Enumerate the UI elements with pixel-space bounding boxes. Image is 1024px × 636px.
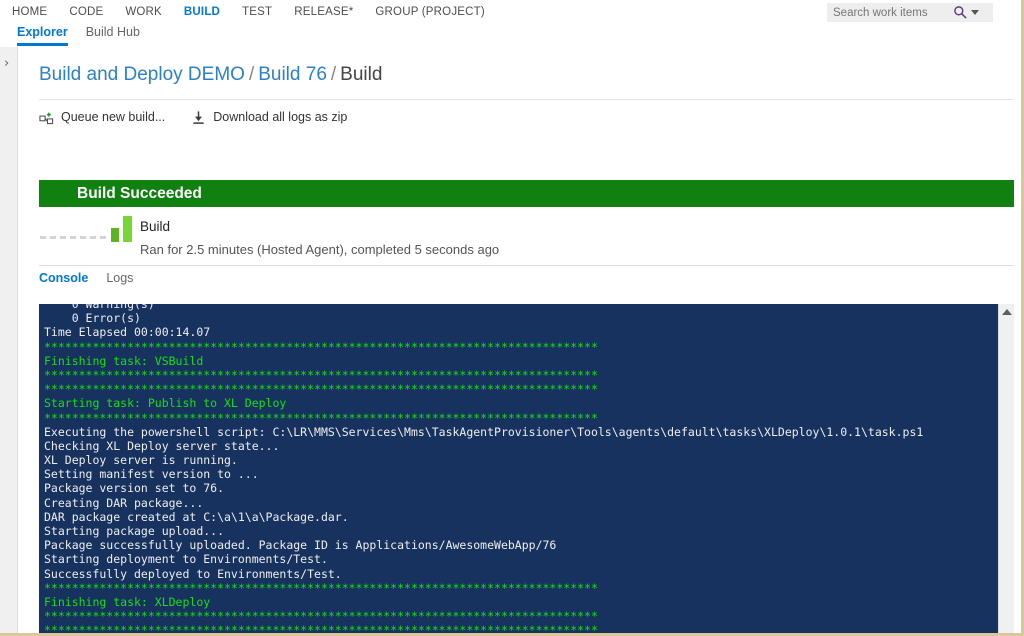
search-icon[interactable] xyxy=(953,5,968,20)
nav-item-release[interactable]: RELEASE* xyxy=(294,4,367,20)
build-summary-title: Build xyxy=(140,219,171,234)
timeline-dashed-line xyxy=(40,236,110,239)
action-toolbar: Queue new build... Download all logs as … xyxy=(39,99,1014,132)
console-logs-tabbar: Console Logs xyxy=(39,271,133,287)
status-banner-text: Build Succeeded xyxy=(77,185,202,202)
console-line: ****************************************… xyxy=(44,339,598,354)
tab-logs[interactable]: Logs xyxy=(106,271,133,287)
app-window: HOME CODE WORK BUILD TEST RELEASE* GROUP… xyxy=(0,0,1024,636)
top-nav-items: HOME CODE WORK BUILD TEST RELEASE* GROUP… xyxy=(12,4,507,20)
console-line: Package version set to 76. xyxy=(44,481,225,496)
console-line: Successfully deployed to Environments/Te… xyxy=(44,566,342,581)
console-line: XL Deploy server is running. xyxy=(44,453,238,468)
breadcrumb-current: Build xyxy=(340,64,383,85)
console-line: Finishing task: XLDeploy xyxy=(44,594,211,609)
console-line: ****************************************… xyxy=(44,623,598,636)
nav-item-group-project[interactable]: GROUP (PROJECT) xyxy=(375,4,499,20)
console-line: Setting manifest version to ... xyxy=(44,467,259,482)
console-line: Starting task: Publish to XL Deploy xyxy=(44,396,287,411)
sub-nav-items: Explorer Build Hub xyxy=(17,25,140,46)
tab-console[interactable]: Console xyxy=(39,271,88,287)
content-pane: Build and Deploy DEMO / Build 76/Build Que… xyxy=(19,47,1021,636)
console-line: 0 Warning(s) xyxy=(44,304,155,311)
console-line: ****************************************… xyxy=(44,367,598,382)
console-line: Starting deployment to Environments/Test… xyxy=(44,552,328,567)
console-line: Starting package upload... xyxy=(44,524,225,538)
nav-item-test[interactable]: TEST xyxy=(242,4,286,20)
download-all-logs-button[interactable]: Download all logs as zip xyxy=(191,110,347,125)
nav-item-work[interactable]: WORK xyxy=(125,4,176,20)
sub-navigation-bar: Explorer Build Hub xyxy=(0,25,1021,47)
console-line: Finishing task: VSBuild xyxy=(44,353,204,368)
queue-new-build-label: Queue new build... xyxy=(61,110,166,124)
download-all-logs-label: Download all logs as zip xyxy=(213,110,348,124)
console-log-lines: 0 Warning(s) 0 Error(s) Time Elapsed 00:0… xyxy=(44,304,999,636)
breadcrumb-project-link[interactable]: Build and Deploy DEMO xyxy=(39,64,245,85)
breadcrumb-separator-1: / xyxy=(248,64,255,85)
build-summary-subtitle: Ran for 2.5 minutes (Hosted Agent), comp… xyxy=(140,242,500,257)
queue-build-icon xyxy=(39,112,54,124)
download-icon xyxy=(193,110,204,124)
search-input[interactable] xyxy=(833,6,951,19)
console-line: ****************************************… xyxy=(44,382,598,397)
left-rail: › xyxy=(0,47,18,633)
console-scrollbar[interactable] xyxy=(998,304,1014,633)
breadcrumb: Build and Deploy DEMO / Build 76/Build xyxy=(39,64,382,86)
expand-sidebar-chevron-icon[interactable]: › xyxy=(4,56,9,71)
nav-item-home[interactable]: HOME xyxy=(12,4,61,20)
search-box[interactable] xyxy=(827,3,993,22)
console-line: ****************************************… xyxy=(44,609,598,624)
console-line: ****************************************… xyxy=(44,580,598,595)
top-navigation-bar: HOME CODE WORK BUILD TEST RELEASE* GROUP… xyxy=(0,0,1021,25)
subnav-item-build-hub[interactable]: Build Hub xyxy=(86,25,140,43)
console-line: 0 Error(s) xyxy=(44,311,141,326)
scroll-up-arrow-icon[interactable] xyxy=(1002,309,1012,315)
console-line: Executing the powershell script: C:\LR\M… xyxy=(44,424,924,439)
status-banner: Build Succeeded xyxy=(39,180,1014,207)
console-line: ****************************************… xyxy=(44,410,598,425)
nav-item-build[interactable]: BUILD xyxy=(184,4,234,20)
breadcrumb-separator-2: / xyxy=(330,64,337,85)
console-line: Checking XL Deploy server state... xyxy=(44,438,280,453)
search-chevron-down-icon[interactable] xyxy=(971,10,979,15)
console-line: Creating DAR package... xyxy=(44,495,204,510)
subnav-item-explorer[interactable]: Explorer xyxy=(17,25,68,46)
timeline-bar-large-icon xyxy=(123,216,132,242)
console-line: DAR package created at C:\a\1\a\Package.… xyxy=(44,509,349,524)
build-summary: Build Ran for 2.5 minutes (Hosted Agent)… xyxy=(39,207,1014,266)
console-output-panel: 0 Warning(s) 0 Error(s) Time Elapsed 00:0… xyxy=(39,304,1014,636)
console-line: Time Elapsed 00:00:14.07 xyxy=(44,325,211,340)
timeline-bar-small-icon xyxy=(111,228,119,242)
breadcrumb-build-link[interactable]: Build 76 xyxy=(258,64,327,85)
queue-new-build-button[interactable]: Queue new build... xyxy=(39,110,165,125)
console-line: Package successfully uploaded. Package I… xyxy=(44,538,557,553)
nav-item-code[interactable]: CODE xyxy=(69,4,117,20)
